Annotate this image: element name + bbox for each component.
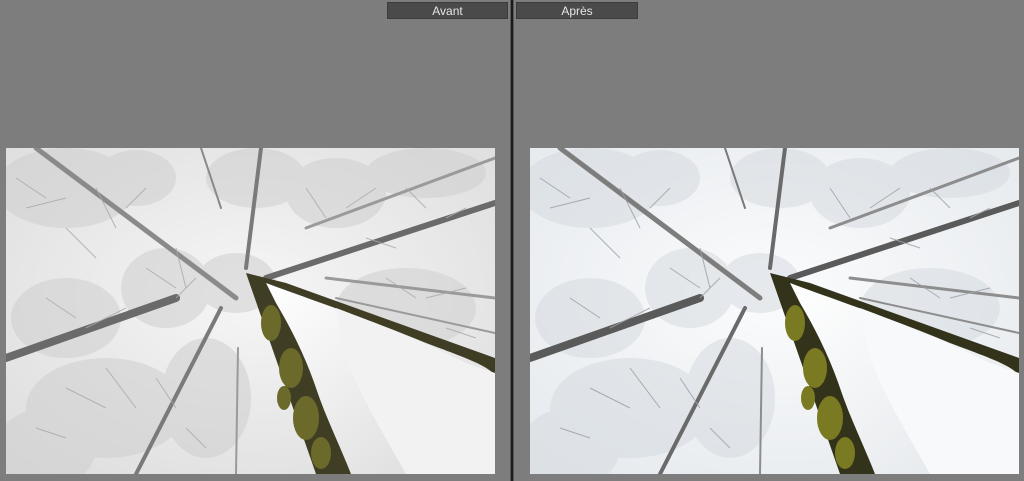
before-pane: Avant bbox=[0, 0, 510, 481]
after-label-tab[interactable]: Après bbox=[516, 2, 638, 19]
after-pane: Après bbox=[514, 0, 1024, 481]
after-photo-image bbox=[530, 148, 1019, 474]
before-label-tab[interactable]: Avant bbox=[387, 2, 508, 19]
before-photo[interactable] bbox=[6, 148, 495, 474]
before-photo-image bbox=[6, 148, 495, 474]
after-photo[interactable] bbox=[530, 148, 1019, 474]
